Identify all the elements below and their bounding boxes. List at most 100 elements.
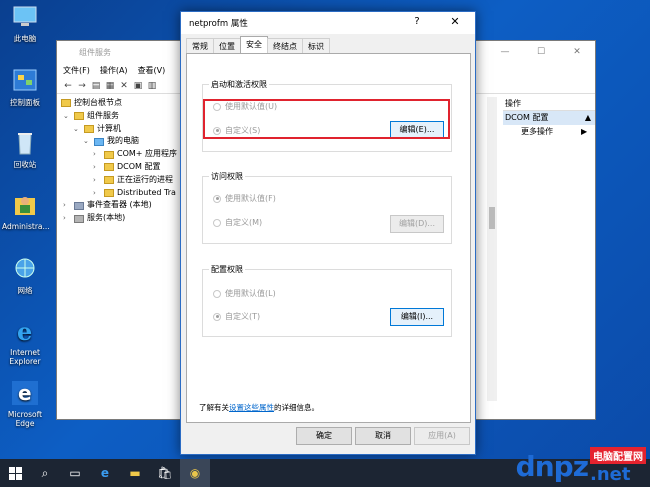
desktop-icon-label: Administra...	[2, 222, 50, 231]
tab-location[interactable]: 位置	[213, 38, 241, 53]
desktop-icon-network[interactable]: 网络	[2, 256, 48, 295]
radio-dot	[213, 194, 221, 203]
windows-icon	[8, 466, 22, 480]
show-tree-icon[interactable]: ▦	[105, 81, 115, 91]
apply-button[interactable]: 应用(A)	[414, 427, 470, 445]
store-icon: 🛍	[157, 466, 173, 480]
access-customize-radio[interactable]: 自定义(M)	[213, 217, 262, 228]
ok-button[interactable]: 确定	[296, 427, 352, 445]
chevron-right-icon: ›	[93, 162, 96, 171]
minimize-button[interactable]: —	[487, 41, 523, 63]
close-button[interactable]: ✕	[559, 41, 595, 63]
more-actions[interactable]: 更多操作 ▶	[503, 125, 595, 139]
up-icon[interactable]: ▤	[91, 81, 101, 91]
tree-item-dcom-selected[interactable]: › DCOM 配置	[61, 161, 177, 174]
taskbar-store[interactable]: 🛍	[150, 459, 180, 487]
chevron-down-icon: ⌄	[83, 137, 89, 146]
menu-action[interactable]: 操作(A)	[100, 65, 128, 76]
dialog-close-button[interactable]: ✕	[435, 12, 475, 32]
delete-icon[interactable]: ✕	[119, 81, 129, 91]
tree-item[interactable]: › 服务(本地)	[61, 212, 177, 225]
search-button[interactable]: ⌕	[30, 459, 60, 487]
access-permissions-group: 访问权限 使用默认值(F) 自定义(M) 编辑(D)...	[202, 171, 452, 244]
learn-more-link[interactable]: 设置这些属性	[229, 403, 274, 412]
chevron-down-icon: ⌄	[63, 111, 69, 120]
desktop-icon-edge[interactable]: e Microsoft Edge	[2, 380, 48, 428]
task-view-icon: ▭	[69, 466, 81, 480]
forward-icon[interactable]: →	[77, 81, 87, 91]
radio-dot	[213, 312, 221, 321]
ie-icon: e	[17, 317, 32, 346]
tab-security[interactable]: 安全	[240, 36, 268, 53]
svg-text:e: e	[17, 318, 32, 344]
tree-item[interactable]: › 正在运行的进程	[61, 174, 177, 187]
services-icon	[74, 214, 84, 223]
desktop-icon-ie[interactable]: e Internet Explorer	[2, 317, 48, 366]
learn-more-text: 了解有关设置这些属性的详细信息。	[199, 403, 319, 412]
config-use-default-radio[interactable]: 使用默认值(L)	[213, 288, 276, 299]
desktop-icon-label: Internet Explorer	[9, 348, 41, 366]
tree-item[interactable]: › 事件查看器 (本地)	[61, 199, 177, 212]
scrollbar-thumb[interactable]	[489, 207, 495, 229]
desktop-icon-user[interactable]: Administra...	[2, 192, 50, 231]
actions-pane: 操作 DCOM 配置 ▲ 更多操作 ▶	[503, 97, 595, 139]
maximize-button[interactable]: ☐	[523, 41, 559, 63]
task-view-button[interactable]: ▭	[60, 459, 90, 487]
folder-icon	[104, 176, 114, 185]
dialog-title: netprofm 属性	[181, 12, 475, 34]
tree-item[interactable]: ⌄ 计算机	[61, 123, 177, 136]
config-customize-radio[interactable]: 自定义(T)	[213, 311, 260, 322]
start-button[interactable]	[0, 459, 30, 487]
group-legend: 访问权限	[209, 171, 245, 182]
access-edit-button[interactable]: 编辑(D)...	[390, 215, 444, 233]
watermark-logo: dnpz	[515, 449, 589, 483]
actions-selected[interactable]: DCOM 配置 ▲	[503, 111, 595, 125]
menu-file[interactable]: 文件(F)	[63, 65, 90, 76]
vertical-scrollbar[interactable]	[487, 97, 497, 401]
tree-item[interactable]: ⌄ 组件服务	[61, 110, 177, 123]
tree-item[interactable]: › COM+ 应用程序	[61, 148, 177, 161]
access-use-default-radio[interactable]: 使用默认值(F)	[213, 193, 276, 204]
chevron-down-icon: ⌄	[73, 124, 79, 133]
control-panel-icon	[13, 69, 37, 91]
desktop-icon-recycle-bin[interactable]: 回收站	[2, 130, 48, 169]
folder-icon: ▬	[129, 466, 141, 480]
computer-icon	[94, 137, 104, 146]
chevron-right-icon: ›	[63, 201, 66, 210]
cancel-button[interactable]: 取消	[355, 427, 411, 445]
window-controls: — ☐ ✕	[487, 41, 595, 63]
chevron-right-icon: ›	[63, 214, 66, 223]
properties-icon[interactable]: ▣	[133, 81, 143, 91]
taskbar-component-services[interactable]: ◉	[180, 459, 210, 487]
chevron-right-icon: ›	[93, 150, 96, 159]
tree-item[interactable]: › Distributed Tra	[61, 187, 177, 200]
computer-icon	[13, 6, 37, 26]
desktop-icon-control-panel[interactable]: 控制面板	[2, 68, 48, 107]
highlight-box	[203, 99, 450, 139]
help-button[interactable]: ?	[407, 12, 427, 32]
desktop-icon-label: 回收站	[13, 160, 37, 169]
taskbar-explorer[interactable]: ▬	[120, 459, 150, 487]
tree-item[interactable]: 控制台根节点	[61, 97, 177, 110]
refresh-icon[interactable]: ▥	[147, 81, 157, 91]
taskbar-edge[interactable]: e	[90, 459, 120, 487]
tab-general[interactable]: 常规	[186, 38, 214, 53]
desktop-icon-label: 网络	[17, 286, 33, 295]
back-icon[interactable]: ←	[63, 81, 73, 91]
folder-icon	[104, 150, 114, 159]
actions-header: 操作	[503, 97, 595, 111]
edge-icon: e	[100, 466, 110, 480]
tree-item[interactable]: ⌄ 我的电脑	[61, 135, 177, 148]
tab-identity[interactable]: 标识	[302, 38, 330, 53]
recycle-bin-icon	[18, 133, 32, 155]
tab-strip: 常规 位置 安全 终结点 标识	[186, 36, 330, 53]
network-icon	[15, 258, 35, 278]
collapse-icon: ▲	[584, 113, 591, 122]
desktop-icon-computer[interactable]: 此电脑	[2, 4, 48, 43]
config-edit-button[interactable]: 编辑(I)...	[390, 308, 444, 326]
folder-icon	[104, 163, 114, 172]
folder-icon	[84, 124, 94, 133]
menu-view[interactable]: 查看(V)	[138, 65, 166, 76]
console-tree: 控制台根节点 ⌄ 组件服务 ⌄ 计算机 ⌄ 我的电脑 › COM+ 应用程序 › DCOM…	[61, 97, 177, 225]
tab-endpoints[interactable]: 终结点	[267, 38, 303, 53]
